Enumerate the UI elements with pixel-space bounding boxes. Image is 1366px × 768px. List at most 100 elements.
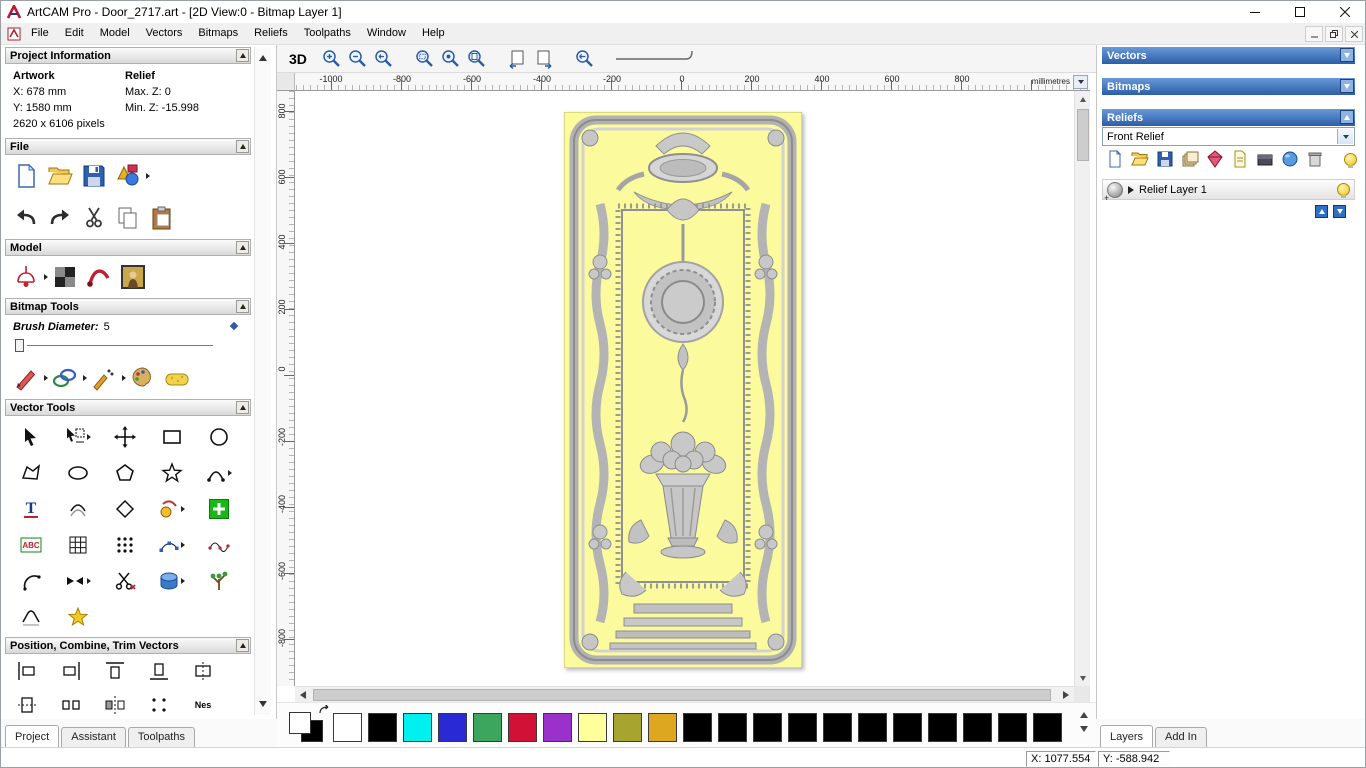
next-bitmap-button[interactable] — [532, 48, 555, 70]
foreground-background-selector[interactable] — [289, 705, 331, 744]
close-button[interactable] — [1322, 1, 1365, 23]
section-profile-button[interactable] — [7, 602, 54, 631]
flyout-arrow-icon[interactable] — [146, 173, 150, 179]
palette-swatch[interactable] — [473, 713, 502, 742]
palette-swatch[interactable] — [438, 713, 467, 742]
palette-swatch[interactable] — [578, 713, 607, 742]
zoom-out-button[interactable] — [346, 48, 369, 70]
create-star-button[interactable] — [148, 458, 195, 487]
scroll-left-button[interactable] — [295, 687, 311, 703]
collapse-model-button[interactable] — [236, 241, 249, 254]
tab-add-in[interactable]: Add In — [1155, 727, 1207, 747]
draw-tool-button[interactable] — [48, 362, 82, 394]
create-ellipse-button[interactable] — [54, 458, 101, 487]
move-layer-down-button[interactable] — [1333, 205, 1346, 218]
horizontal-scroll-thumb[interactable] — [313, 689, 1051, 701]
menu-file[interactable]: File — [23, 23, 57, 44]
model-ornament-button[interactable] — [9, 261, 43, 293]
move-rotate-button[interactable] — [101, 422, 148, 451]
tab-toolpaths[interactable]: Toolpaths — [127, 727, 195, 747]
move-layer-up-button[interactable] — [1315, 205, 1328, 218]
section-header-vector-tools[interactable]: Vector Tools — [5, 399, 251, 416]
mdi-minimize-button[interactable] — [1305, 26, 1323, 42]
collapse-reliefs-button[interactable] — [1340, 110, 1354, 124]
collapse-file-button[interactable] — [236, 140, 249, 153]
collapse-position-combine-button[interactable] — [236, 639, 249, 652]
menu-edit[interactable]: Edit — [57, 23, 92, 44]
open-model-button[interactable] — [43, 160, 77, 192]
palette-swatch[interactable] — [648, 713, 677, 742]
vertical-scroll-thumb[interactable] — [1077, 109, 1089, 161]
expand-bitmaps-button[interactable] — [1340, 79, 1354, 93]
create-text-button[interactable]: T — [7, 494, 54, 523]
section-header-position-combine[interactable]: Position, Combine, Trim Vectors — [5, 637, 251, 654]
menu-model[interactable]: Model — [92, 23, 138, 44]
menu-bitmaps[interactable]: Bitmaps — [190, 23, 246, 44]
palette-scroll-up[interactable] — [1080, 712, 1088, 718]
zoom-objects-button[interactable] — [439, 48, 462, 70]
relief-layer-row[interactable]: Relief Layer 1 — [1102, 179, 1355, 203]
relief-gem-button[interactable] — [1205, 149, 1225, 169]
toggle-all-visibility-bulb-icon[interactable] — [1344, 152, 1357, 168]
canvas-vertical-scrollbar[interactable] — [1074, 91, 1090, 686]
palette-swatch[interactable] — [683, 713, 712, 742]
mdi-restore-button[interactable] — [1325, 26, 1343, 42]
zoom-page-button[interactable] — [465, 48, 488, 70]
model-texture-button[interactable] — [48, 261, 82, 293]
scroll-up-button[interactable] — [1075, 91, 1091, 107]
palette-swatch[interactable] — [333, 713, 362, 742]
import-model-button[interactable] — [111, 160, 145, 192]
paint-selective-button[interactable] — [87, 362, 121, 394]
fit-curves-button[interactable] — [195, 530, 242, 559]
brush-diameter-slider[interactable] — [13, 337, 243, 355]
layer-name[interactable]: Relief Layer 1 — [1139, 184, 1207, 196]
colour-palette-button[interactable] — [126, 362, 160, 394]
collapse-vector-tools-button[interactable] — [236, 401, 249, 414]
scroll-down-icon[interactable] — [259, 701, 267, 707]
palette-swatch[interactable] — [1033, 713, 1062, 742]
wrap-text-button[interactable] — [54, 494, 101, 523]
layer-sphere-button[interactable] — [1280, 149, 1300, 169]
arc-fit-button[interactable] — [7, 566, 54, 595]
menu-help[interactable]: Help — [414, 23, 453, 44]
model-sculpt-button[interactable] — [82, 261, 116, 293]
join-vectors-button[interactable] — [54, 566, 101, 595]
paint-along-vector-button[interactable] — [148, 494, 195, 523]
palette-swatch[interactable] — [963, 713, 992, 742]
group-dots-button[interactable] — [147, 692, 171, 714]
tab-assistant[interactable]: Assistant — [61, 727, 126, 747]
node-editing-button[interactable] — [148, 530, 195, 559]
zoom-previous-button[interactable] — [372, 48, 395, 70]
tab-project[interactable]: Project — [5, 725, 60, 747]
dropdown-arrow-icon[interactable] — [1337, 129, 1353, 144]
paste-button[interactable] — [145, 202, 179, 234]
palette-swatch[interactable] — [928, 713, 957, 742]
door-artwork[interactable] — [564, 112, 802, 668]
menu-vectors[interactable]: Vectors — [138, 23, 191, 44]
undo-button[interactable] — [9, 202, 43, 234]
slider-track[interactable] — [27, 345, 213, 346]
palette-swatch[interactable] — [753, 713, 782, 742]
layer-delete-button[interactable] — [1305, 149, 1325, 169]
layer-properties-button[interactable] — [1230, 149, 1250, 169]
palette-swatch[interactable] — [823, 713, 852, 742]
swap-colours-icon[interactable] — [319, 705, 331, 715]
text-block-button[interactable]: ABC — [7, 530, 54, 559]
section-header-bitmap-tools[interactable]: Bitmap Tools — [5, 298, 251, 315]
fillet-tool-button[interactable] — [195, 566, 242, 595]
menu-toolpaths[interactable]: Toolpaths — [296, 23, 359, 44]
line-smoothness-widget[interactable] — [614, 47, 709, 70]
scroll-down-button[interactable] — [1075, 670, 1091, 686]
zoom-box-button[interactable] — [413, 48, 436, 70]
mirror-button[interactable] — [103, 692, 127, 714]
palette-swatch[interactable] — [893, 713, 922, 742]
reliefs-section-header[interactable]: Reliefs — [1102, 109, 1355, 126]
select-vectors-button[interactable] — [7, 422, 54, 451]
ruler-unit-dropdown[interactable] — [1073, 75, 1088, 89]
align-left-button[interactable] — [15, 658, 39, 684]
palette-swatch[interactable] — [858, 713, 887, 742]
sponge-tool-button[interactable] — [160, 362, 194, 394]
minimize-button[interactable] — [1232, 1, 1277, 23]
redo-button[interactable] — [43, 202, 77, 234]
extrude-tool-button[interactable] — [148, 566, 195, 595]
